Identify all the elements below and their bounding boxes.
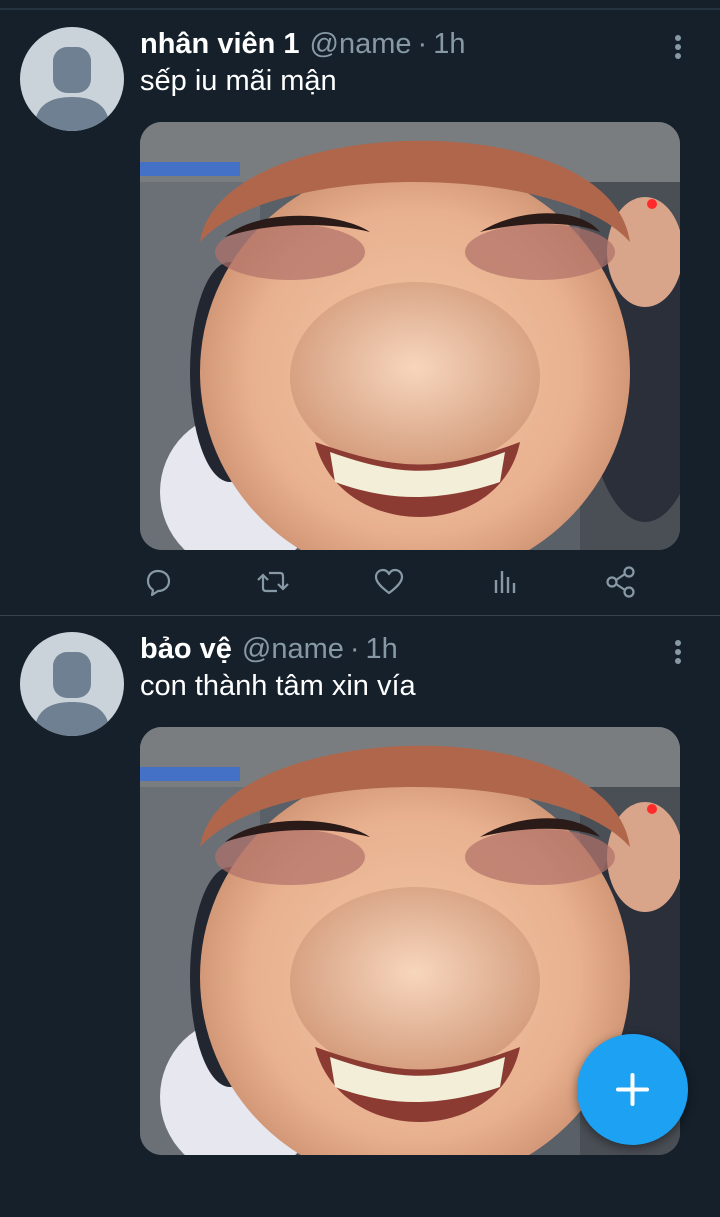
handle[interactable]: @name [242,633,344,665]
analytics-icon[interactable] [487,564,523,600]
default-avatar-icon [34,47,110,131]
more-options-icon[interactable] [666,30,690,62]
more-options-icon[interactable] [666,635,690,667]
share-icon[interactable] [603,564,639,600]
reply-icon[interactable] [140,564,176,600]
timestamp[interactable]: 1h [366,633,398,665]
tweet-photo[interactable] [140,122,680,550]
retweet-icon[interactable] [255,564,291,600]
timestamp[interactable]: 1h [433,28,465,60]
default-avatar-icon [34,652,110,736]
tweet[interactable]: nhân viên 1 @name · 1h sếp iu mãi mận [0,12,720,616]
separator: · [417,28,428,60]
tweet-text: sếp iu mãi mận [140,65,337,97]
tweet-header: nhân viên 1 @name · 1h [140,26,465,62]
like-icon[interactable] [371,564,407,600]
photo-image [140,122,680,550]
plus-icon [616,1073,649,1106]
display-name[interactable]: nhân viên 1 [140,28,300,60]
compose-tweet-button[interactable] [577,1034,688,1145]
tweet-actions [140,564,640,604]
separator: · [349,633,360,665]
display-name[interactable]: bảo vệ [140,633,232,665]
avatar[interactable] [20,27,124,131]
handle[interactable]: @name [310,28,412,60]
tweet-header: bảo vệ @name · 1h [140,631,398,667]
avatar[interactable] [20,632,124,736]
top-divider [0,8,720,10]
tweet-text: con thành tâm xin vía [140,670,416,702]
